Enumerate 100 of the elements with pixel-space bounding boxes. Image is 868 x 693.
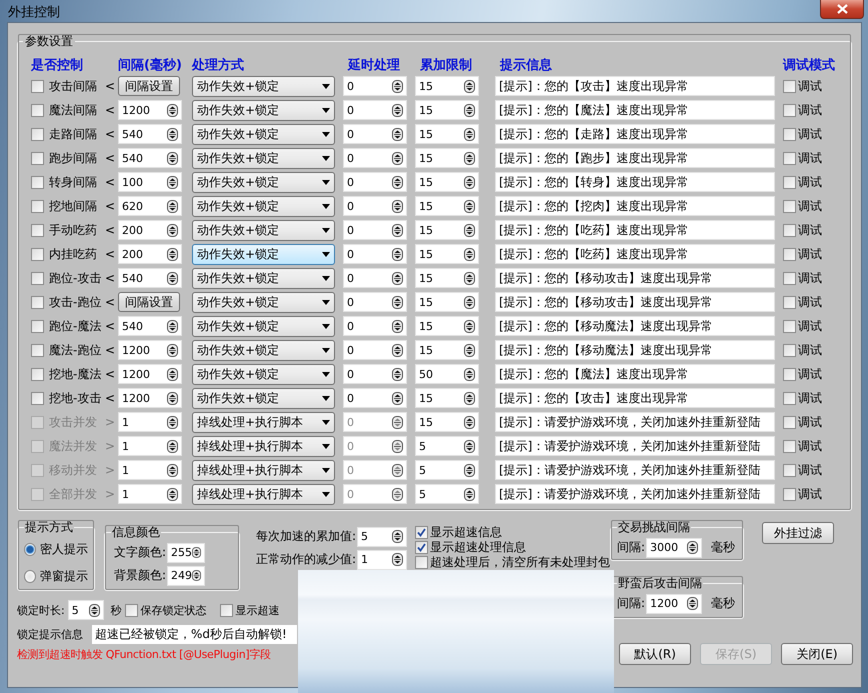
hint-field[interactable]: [提示]：您的【攻击】速度出现异常: [495, 76, 775, 96]
limit-field[interactable]: 15: [415, 412, 479, 432]
spin-icon[interactable]: [392, 368, 403, 380]
checkbox[interactable]: [31, 320, 44, 332]
color-field[interactable]: 255: [167, 542, 206, 562]
checkbox[interactable]: [783, 440, 796, 452]
spin-icon[interactable]: [464, 200, 475, 212]
checkbox[interactable]: [31, 152, 44, 164]
spin-icon[interactable]: [192, 569, 202, 582]
hint-field[interactable]: [提示]：您的【魔法】速度出现异常: [495, 364, 775, 384]
method-dropdown[interactable]: 动作失效+锁定: [192, 220, 335, 240]
number-field[interactable]: 5: [357, 526, 408, 546]
limit-field[interactable]: 15: [415, 244, 479, 264]
hint-field[interactable]: [提示]：您的【吃药】速度出现异常: [495, 244, 775, 264]
hint-field[interactable]: [提示]：您的【吃药】速度出现异常: [495, 220, 775, 240]
spin-icon[interactable]: [392, 488, 403, 500]
checkbox[interactable]: [783, 248, 796, 260]
method-dropdown[interactable]: 动作失效+锁定: [192, 292, 335, 312]
spin-icon[interactable]: [464, 104, 475, 116]
checkbox[interactable]: [31, 296, 44, 308]
checkbox[interactable]: [415, 556, 428, 569]
interval-field[interactable]: 1200: [118, 340, 182, 360]
spin-icon[interactable]: [392, 272, 403, 284]
checkbox[interactable]: [31, 464, 44, 476]
spin-icon[interactable]: [464, 128, 475, 140]
spin-icon[interactable]: [167, 152, 178, 164]
spin-icon[interactable]: [392, 104, 403, 116]
spin-icon[interactable]: [167, 104, 178, 116]
checkbox[interactable]: [783, 224, 796, 236]
method-dropdown[interactable]: 动作失效+锁定: [192, 100, 335, 120]
spin-icon[interactable]: [167, 248, 178, 260]
checkbox[interactable]: [31, 392, 44, 404]
limit-field[interactable]: 5: [415, 460, 479, 480]
method-dropdown[interactable]: 动作失效+锁定: [192, 268, 335, 288]
limit-field[interactable]: 5: [415, 484, 479, 504]
delay-field[interactable]: 0: [343, 244, 407, 264]
spin-icon[interactable]: [392, 464, 403, 476]
checkbox[interactable]: [783, 416, 796, 428]
close-button[interactable]: [820, 0, 864, 19]
checkbox[interactable]: [783, 392, 796, 404]
checkbox[interactable]: [783, 368, 796, 380]
method-dropdown[interactable]: 动作失效+锁定: [192, 124, 335, 144]
spin-icon[interactable]: [464, 440, 475, 452]
method-dropdown[interactable]: 掉线处理+执行脚本: [192, 460, 335, 480]
checkbox[interactable]: [31, 224, 44, 236]
spin-icon[interactable]: [464, 152, 475, 164]
interval-field[interactable]: 1200: [118, 364, 182, 384]
method-dropdown[interactable]: 动作失效+锁定: [192, 364, 335, 384]
spin-icon[interactable]: [687, 541, 698, 554]
checkbox[interactable]: [783, 176, 796, 188]
checkbox[interactable]: [31, 440, 44, 452]
spin-icon[interactable]: [392, 248, 403, 260]
spin-icon[interactable]: [392, 344, 403, 356]
checkbox[interactable]: [31, 488, 44, 500]
interval-settings-button[interactable]: 间隔设置: [118, 292, 180, 312]
checkbox[interactable]: [31, 416, 44, 428]
delay-field[interactable]: 0: [343, 124, 407, 144]
checkbox[interactable]: [31, 344, 44, 356]
checkbox[interactable]: [220, 604, 233, 616]
delay-field[interactable]: 0: [343, 364, 407, 384]
spin-icon[interactable]: [687, 597, 698, 610]
spin-icon[interactable]: [192, 546, 202, 559]
method-dropdown[interactable]: 动作失效+锁定: [192, 388, 335, 408]
method-dropdown[interactable]: 掉线处理+执行脚本: [192, 436, 335, 456]
delay-field[interactable]: 0: [343, 172, 407, 192]
interval-field[interactable]: 1: [118, 484, 182, 504]
interval-field[interactable]: 540: [118, 268, 182, 288]
spin-icon[interactable]: [392, 224, 403, 236]
interval-field[interactable]: 1: [118, 460, 182, 480]
delay-field[interactable]: 0: [343, 76, 407, 96]
interval-field[interactable]: 1200: [118, 388, 182, 408]
checkbox[interactable]: [783, 296, 796, 308]
number-field[interactable]: 1: [357, 550, 408, 570]
hint-field[interactable]: [提示]：您的【走路】速度出现异常: [495, 124, 775, 144]
limit-field[interactable]: 15: [415, 76, 479, 96]
checkbox[interactable]: [31, 272, 44, 284]
limit-field[interactable]: 15: [415, 316, 479, 336]
checkbox[interactable]: [783, 488, 796, 500]
checkbox[interactable]: [124, 604, 138, 616]
spin-icon[interactable]: [167, 320, 178, 332]
hint-field[interactable]: [提示]：请爱护游戏环境，关闭加速外挂重新登陆: [495, 484, 775, 504]
method-dropdown[interactable]: 动作失效+锁定: [192, 196, 335, 216]
checkbox[interactable]: [31, 368, 44, 380]
method-dropdown[interactable]: 动作失效+锁定: [192, 76, 335, 96]
hint-field[interactable]: [提示]：您的【挖肉】速度出现异常: [495, 196, 775, 216]
spin-icon[interactable]: [167, 272, 178, 284]
spin-icon[interactable]: [392, 530, 404, 543]
radio-button[interactable]: [24, 570, 36, 582]
method-dropdown[interactable]: 动作失效+锁定: [192, 340, 335, 360]
spin-icon[interactable]: [464, 416, 475, 428]
color-field[interactable]: 249: [167, 566, 206, 586]
limit-field[interactable]: 15: [415, 148, 479, 168]
spin-icon[interactable]: [167, 368, 178, 380]
hint-field[interactable]: [提示]：您的【移动攻击】速度出现异常: [495, 268, 775, 288]
hint-field[interactable]: [提示]：您的【攻击】速度出现异常: [495, 388, 775, 408]
limit-field[interactable]: 15: [415, 172, 479, 192]
limit-field[interactable]: 15: [415, 340, 479, 360]
checkbox[interactable]: [415, 541, 428, 554]
hint-field[interactable]: [提示]：请爱护游戏环境，关闭加速外挂重新登陆: [495, 412, 775, 432]
filter-button[interactable]: 外挂过滤: [762, 522, 834, 544]
